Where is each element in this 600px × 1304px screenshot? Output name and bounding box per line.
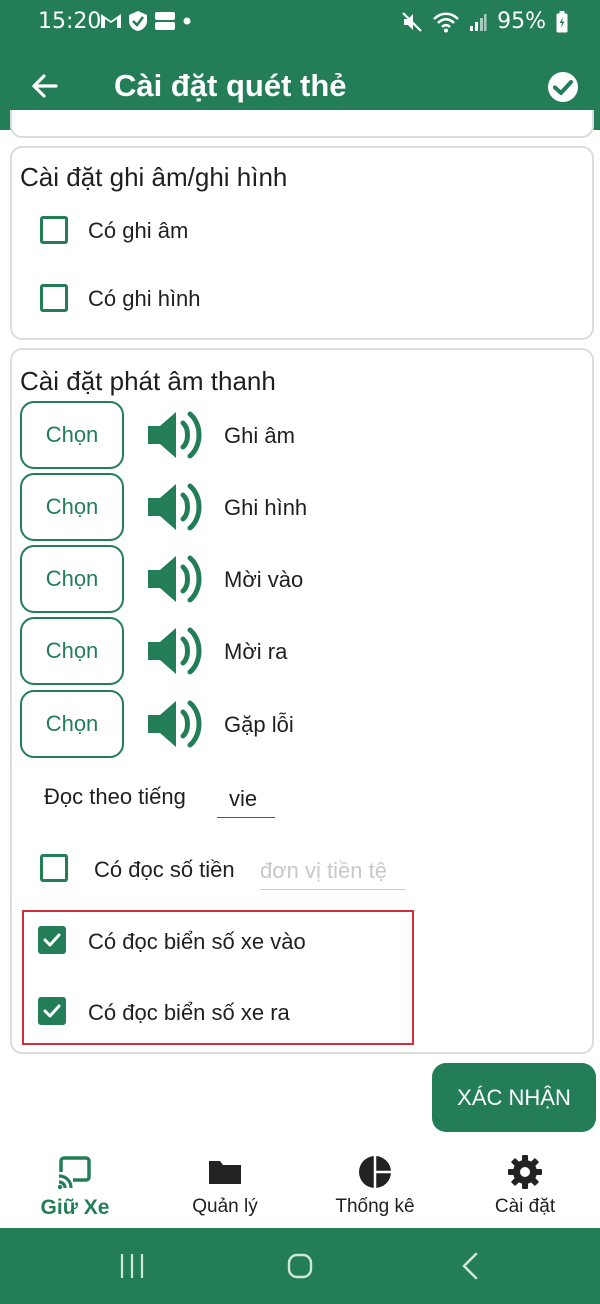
home-icon[interactable] xyxy=(280,1246,320,1286)
nav-item-management[interactable]: Quản lý xyxy=(150,1142,300,1228)
system-navigation-bar xyxy=(0,1228,600,1304)
speaker-icon[interactable] xyxy=(146,695,204,753)
choose-sound-button-record-video[interactable]: Chọn xyxy=(20,473,124,541)
cast-icon xyxy=(57,1156,91,1190)
sound-label-error: Gặp lỗi xyxy=(224,712,294,737)
sound-label-record-audio: Ghi âm xyxy=(224,423,295,448)
read-money-checkbox[interactable] xyxy=(40,854,68,882)
momo-icon xyxy=(155,12,175,30)
confirm-button[interactable]: XÁC NHẬN xyxy=(432,1063,596,1132)
nav-label-settings: Cài đặt xyxy=(494,1196,556,1217)
currency-unit-input[interactable] xyxy=(260,852,406,890)
nav-label-management: Quản lý xyxy=(192,1196,258,1217)
dot-icon xyxy=(183,17,191,25)
language-label: Đọc theo tiếng xyxy=(44,784,186,809)
recent-apps-icon[interactable] xyxy=(112,1246,152,1286)
check-circle-icon[interactable] xyxy=(546,70,580,104)
status-notification-icons xyxy=(100,10,192,32)
nav-item-statistics[interactable]: Thống kê xyxy=(300,1142,450,1228)
gear-icon xyxy=(508,1155,542,1189)
choose-sound-button-enter[interactable]: Chọn xyxy=(20,545,124,613)
speaker-icon[interactable] xyxy=(146,622,204,680)
shield-check-icon xyxy=(129,11,147,31)
language-input[interactable] xyxy=(217,780,275,818)
nav-item-settings[interactable]: Cài đặt xyxy=(450,1142,600,1228)
pie-chart-icon xyxy=(359,1156,391,1188)
status-bar: 15:20 95% xyxy=(0,0,600,44)
page-title: Cài đặt quét thẻ xyxy=(114,68,347,103)
record-audio-checkbox[interactable] xyxy=(40,216,68,244)
sound-label-record-video: Ghi hình xyxy=(224,495,308,520)
wifi-icon xyxy=(433,12,459,32)
status-time: 15:20 xyxy=(38,9,102,34)
back-arrow-icon[interactable] xyxy=(26,66,66,106)
speaker-icon[interactable] xyxy=(146,550,204,608)
speaker-icon[interactable] xyxy=(146,478,204,536)
recording-settings-title: Cài đặt ghi âm/ghi hình xyxy=(20,162,288,192)
sound-label-exit: Mời ra xyxy=(224,639,288,664)
battery-icon xyxy=(556,10,568,32)
speaker-icon[interactable] xyxy=(146,406,204,464)
signal-icon xyxy=(470,13,487,31)
sound-label-enter: Mời vào xyxy=(224,567,304,592)
choose-sound-button-exit[interactable]: Chọn xyxy=(20,617,124,685)
nav-label-parking: Giữ Xe xyxy=(40,1196,110,1219)
choose-sound-button-error[interactable]: Chọn xyxy=(20,690,124,758)
choose-sound-button-record-audio[interactable]: Chọn xyxy=(20,401,124,469)
nav-item-parking[interactable]: Giữ Xe xyxy=(0,1142,150,1228)
record-video-label: Có ghi hình xyxy=(88,286,201,311)
previous-card-bottom xyxy=(10,110,594,138)
recording-settings-card: Cài đặt ghi âm/ghi hình Có ghi âm Có ghi… xyxy=(10,146,594,340)
back-icon[interactable] xyxy=(452,1246,492,1286)
sound-settings-title: Cài đặt phát âm thanh xyxy=(20,366,276,396)
bottom-navigation: Giữ Xe Quản lý Thống kê Cài đặt xyxy=(0,1142,600,1228)
mute-icon xyxy=(402,11,422,32)
record-audio-label: Có ghi âm xyxy=(88,218,189,243)
read-money-label: Có đọc số tiền xyxy=(94,857,235,882)
record-video-checkbox[interactable] xyxy=(40,284,68,312)
battery-percentage: 95% xyxy=(497,9,546,34)
nav-label-statistics: Thống kê xyxy=(335,1196,415,1217)
folder-icon xyxy=(209,1161,241,1184)
highlight-annotation-box xyxy=(22,910,414,1045)
status-system-icons: 95% xyxy=(401,9,568,34)
gmail-icon xyxy=(101,14,121,28)
